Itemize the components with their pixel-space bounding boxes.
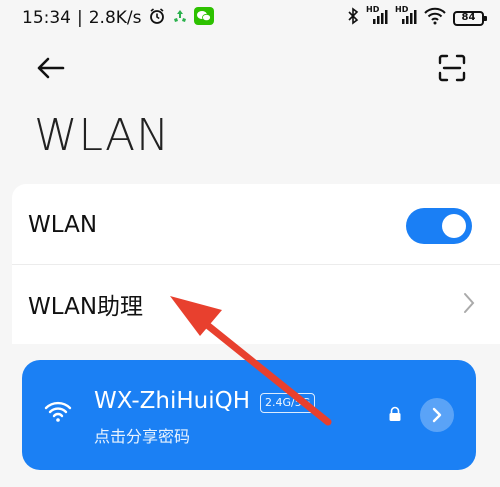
wechat-icon xyxy=(193,6,214,30)
chevron-right-icon xyxy=(432,407,442,423)
wlan-toggle-row[interactable]: WLAN xyxy=(12,186,500,264)
network-speed: 2.8K/s xyxy=(88,8,142,28)
toolbar xyxy=(0,42,500,92)
battery-icon: 84 xyxy=(453,10,487,26)
status-separator: | xyxy=(77,8,83,28)
network-ssid: WX-ZhiHuiQH xyxy=(94,388,251,414)
wifi-icon xyxy=(424,7,446,30)
signal-hd-2-icon: HD xyxy=(395,4,417,30)
chevron-right-icon xyxy=(464,293,475,313)
wlan-toggle[interactable] xyxy=(406,208,472,244)
signal-hd-1-icon: HD xyxy=(366,4,388,30)
status-bar-left: 15:34 | 2.8K/s xyxy=(22,6,214,30)
band-badge: 2.4G/5G xyxy=(260,393,316,413)
network-detail-button[interactable] xyxy=(420,398,454,432)
toggle-knob xyxy=(442,214,466,238)
scan-icon xyxy=(438,54,466,82)
connected-network-card[interactable]: WX-ZhiHuiQH 2.4G/5G 点击分享密码 xyxy=(22,360,476,470)
status-bar-right: HD HD 84 xyxy=(347,4,487,30)
hd-label-2: HD xyxy=(395,4,409,14)
back-button[interactable] xyxy=(30,50,70,86)
alarm-icon xyxy=(148,7,166,30)
page-title: WLAN xyxy=(34,110,171,161)
wlan-row-label: WLAN xyxy=(28,212,98,238)
arrow-left-icon xyxy=(37,57,65,79)
recycle-icon xyxy=(172,8,188,29)
settings-card: WLAN WLAN助理 xyxy=(12,184,500,344)
scan-button[interactable] xyxy=(434,50,470,86)
clock: 15:34 xyxy=(22,8,71,28)
hd-label-1: HD xyxy=(366,4,380,14)
bluetooth-icon xyxy=(347,6,359,30)
wlan-assistant-row[interactable]: WLAN助理 xyxy=(12,264,500,342)
wlan-assistant-label: WLAN助理 xyxy=(28,293,144,320)
share-password-hint[interactable]: 点击分享密码 xyxy=(94,423,190,447)
battery-level: 84 xyxy=(461,12,476,23)
status-bar: 15:34 | 2.8K/s HD HD 84 xyxy=(0,0,500,36)
wifi-signal-icon xyxy=(44,401,72,422)
lock-icon xyxy=(389,406,401,421)
